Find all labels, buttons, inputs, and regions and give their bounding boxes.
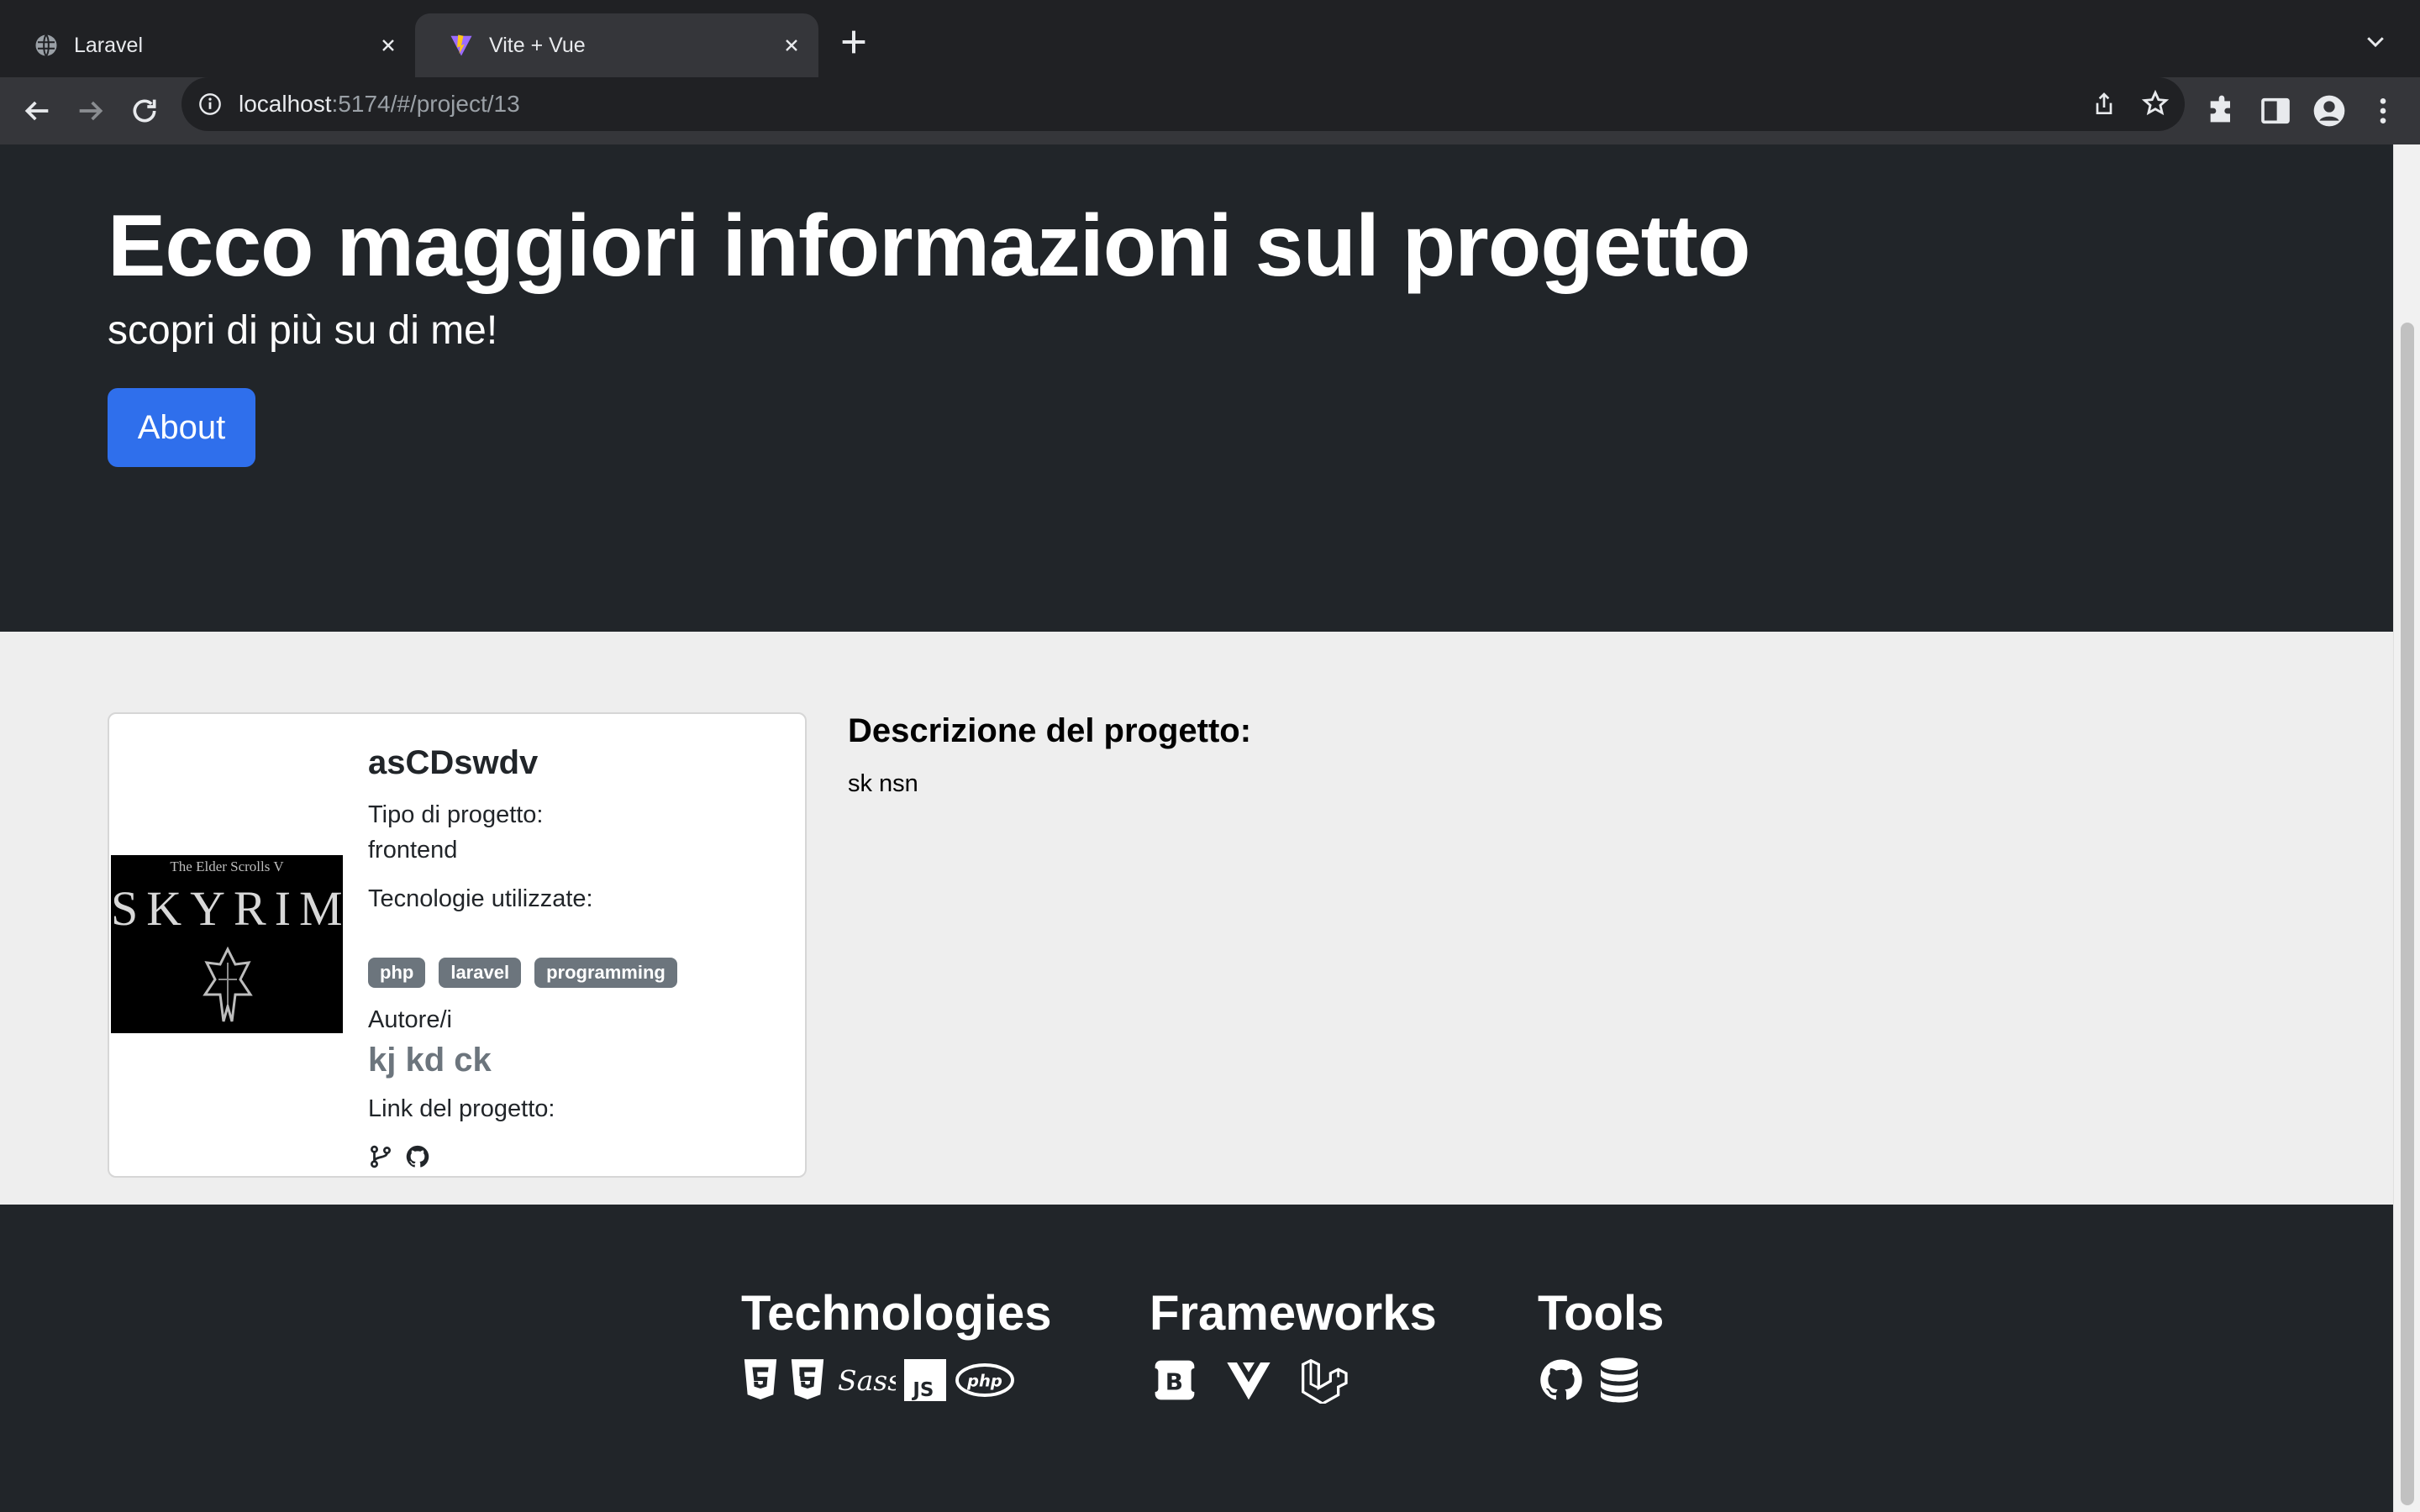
project-cover-image: The Elder Scrolls V SKYRIM <box>111 855 343 1033</box>
project-description: Descrizione del progetto: sk nsn <box>848 712 1251 798</box>
php-icon: php <box>955 1363 1014 1397</box>
project-title: asCDswdv <box>368 744 539 781</box>
footer-technologies: Technologies Sass JS php <box>741 1285 1052 1404</box>
technologies-icons: Sass JS php <box>741 1357 1052 1404</box>
technologies-label: Tecnologie utilizzate: <box>368 885 593 912</box>
page-viewport: Ecco maggiori informazioni sul progetto … <box>0 144 2393 1512</box>
svg-text:Sass: Sass <box>838 1364 896 1397</box>
page-subtitle: scopri di più su di me! <box>108 308 498 353</box>
close-icon[interactable] <box>781 35 802 55</box>
css3-icon <box>791 1359 824 1399</box>
project-card: The Elder Scrolls V SKYRIM asCDswdv Tipo… <box>108 712 807 1178</box>
profile-avatar-icon[interactable] <box>2312 94 2346 128</box>
forward-arrow-icon[interactable] <box>74 94 108 128</box>
svg-text:php: php <box>966 1372 1002 1391</box>
authors-value: kj kd ck <box>368 1042 492 1079</box>
chevron-down-icon[interactable] <box>2363 29 2388 54</box>
svg-text:B: B <box>1165 1368 1183 1396</box>
svg-text:JS: JS <box>911 1379 934 1401</box>
globe-icon <box>35 34 57 57</box>
project-links-label: Link del progetto: <box>368 1095 555 1122</box>
html5-icon <box>744 1359 777 1399</box>
dragon-emblem-icon <box>203 946 253 1022</box>
laravel-icon <box>1302 1358 1348 1404</box>
project-type-value: frontend <box>368 837 458 864</box>
tech-badge-php: php <box>368 958 426 988</box>
tab-title: Vite + Vue <box>489 33 586 57</box>
js-icon: JS <box>904 1359 946 1401</box>
description-text: sk nsn <box>848 770 918 797</box>
footer-technologies-title: Technologies <box>741 1286 1052 1341</box>
url-path: :5174/#/project/13 <box>331 91 520 117</box>
footer-frameworks: Frameworks B <box>1150 1285 1437 1404</box>
bootstrap-icon: B <box>1155 1360 1195 1400</box>
tab-laravel[interactable]: Laravel <box>0 13 415 77</box>
technology-badges: php laravel programming <box>368 958 677 988</box>
address-bar[interactable]: localhost:5174/#/project/13 <box>182 77 2185 131</box>
tech-badge-laravel: laravel <box>439 958 522 988</box>
page-title: Ecco maggiori informazioni sul progetto <box>108 197 1750 295</box>
reload-icon[interactable] <box>128 94 161 128</box>
description-heading: Descrizione del progetto: <box>848 712 1252 749</box>
footer-frameworks-title: Frameworks <box>1150 1286 1437 1341</box>
database-icon <box>1601 1357 1638 1403</box>
info-icon[interactable] <box>198 92 222 116</box>
close-icon[interactable] <box>378 35 398 55</box>
extensions-puzzle-icon[interactable] <box>2205 94 2238 128</box>
share-icon[interactable] <box>2091 91 2118 118</box>
sass-icon: Sass <box>838 1364 896 1397</box>
footer-tools: Tools <box>1538 1285 1664 1404</box>
tech-badge-programming: programming <box>534 958 677 988</box>
frameworks-icons: B <box>1150 1357 1437 1404</box>
scrollbar-thumb[interactable] <box>2401 323 2414 1505</box>
footer-tools-title: Tools <box>1538 1286 1665 1341</box>
tab-title: Laravel <box>74 33 143 57</box>
cover-title: SKYRIM <box>111 881 343 936</box>
authors-label: Autore/i <box>368 1006 452 1033</box>
tools-icons <box>1538 1357 1664 1404</box>
project-section: The Elder Scrolls V SKYRIM asCDswdv Tipo… <box>0 632 2393 1205</box>
url-host: localhost <box>239 91 332 117</box>
hero-section: Ecco maggiori informazioni sul progetto … <box>0 144 2393 632</box>
github-icon <box>1540 1359 1582 1400</box>
project-links <box>368 1144 430 1169</box>
bookmark-star-icon[interactable] <box>2141 89 2170 118</box>
git-branch-icon[interactable] <box>368 1144 393 1169</box>
page-scrollbar[interactable] <box>2393 144 2420 1512</box>
vue-icon <box>1227 1362 1270 1400</box>
vite-logo-icon <box>450 34 472 56</box>
cover-subtitle: The Elder Scrolls V <box>170 858 284 874</box>
github-icon[interactable] <box>405 1144 430 1169</box>
menu-kebab-icon[interactable] <box>2366 94 2400 128</box>
browser-tab-strip: Laravel Vite + Vue <box>0 0 2420 77</box>
project-type-label: Tipo di progetto: <box>368 801 544 828</box>
new-tab-button[interactable] <box>837 25 871 59</box>
about-button[interactable]: About <box>108 388 255 467</box>
back-arrow-icon[interactable] <box>20 94 54 128</box>
site-footer: Technologies Sass JS php Frameworks B To… <box>0 1205 2393 1512</box>
side-panel-icon[interactable] <box>2259 94 2292 128</box>
url-text: localhost:5174/#/project/13 <box>239 91 520 118</box>
tab-vite-vue[interactable]: Vite + Vue <box>415 13 818 77</box>
